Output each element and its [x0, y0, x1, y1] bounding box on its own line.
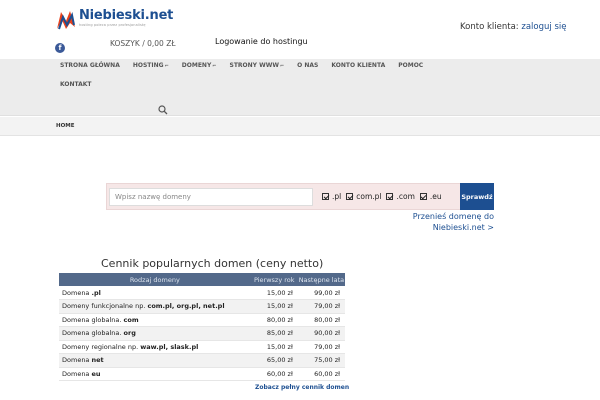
nav-item-pomoc[interactable]: POMOC	[398, 59, 423, 73]
first-year-price: 15,00 zł	[250, 299, 298, 314]
domain-type-cell: Domena net	[59, 353, 251, 368]
login-link[interactable]: zaloguj się	[521, 22, 566, 32]
next-years-price: 60,00 zł	[297, 367, 345, 381]
table-row: Domena globalna. com 80,00 zł 80,00 zł	[59, 313, 345, 327]
nav-item-konto-klienta[interactable]: KONTO KLIENTA	[331, 59, 385, 73]
table-row: Domeny regionalne np. waw.pl, slask.pl 15…	[59, 340, 345, 354]
table-header-row: Rodzaj domeny Pierwszy rok Następne lata	[59, 273, 345, 286]
column-header-first-year: Pierwszy rok	[250, 273, 298, 286]
tld-option-com-pl[interactable]: com.pl	[346, 192, 381, 201]
domain-type-cell: Domena globalna. org	[59, 326, 251, 341]
logo-name: Niebieski.net	[79, 8, 174, 23]
domain-type-cell: Domeny regionalne np. waw.pl, slask.pl	[59, 340, 251, 354]
logo-tagline: hosting poleca przez profesjonalistę	[79, 23, 146, 27]
nav-item-o-nas[interactable]: O NAS	[297, 59, 318, 73]
site-logo[interactable]: Niebieski.net hosting poleca przez profe…	[55, 9, 173, 33]
nav-item-kontakt[interactable]: KONTAKT	[60, 81, 92, 88]
nav-item-home[interactable]: STRONA GŁÓWNA	[60, 59, 120, 73]
next-years-price: 79,00 zł	[297, 299, 345, 314]
checkbox-checked-icon[interactable]	[419, 193, 427, 200]
column-header-domain-type: Rodzaj domeny	[59, 273, 251, 286]
column-header-next-years: Następne lata	[297, 273, 345, 286]
check-domain-button[interactable]: Sprawdź	[460, 183, 494, 210]
tld-option-pl[interactable]: .pl	[322, 192, 341, 201]
first-year-price: 15,00 zł	[250, 286, 298, 300]
domain-type-cell: Domena eu	[59, 367, 251, 381]
facebook-icon[interactable]: f	[55, 43, 65, 53]
caret-down-icon: ⌐	[212, 63, 217, 69]
next-years-price: 75,00 zł	[297, 353, 345, 368]
account-label: Konto klienta:	[460, 22, 519, 32]
table-row: Domena net 65,00 zł 75,00 zł	[59, 353, 345, 368]
next-years-price: 80,00 zł	[297, 313, 345, 327]
price-table-title: Cennik popularnych domen (ceny netto)	[101, 257, 324, 270]
next-years-price: 99,00 zł	[297, 286, 345, 300]
first-year-price: 80,00 zł	[250, 313, 298, 327]
main-nav: STRONA GŁÓWNA HOSTING⌐ DOMENY⌐ STRONY WW…	[0, 59, 600, 116]
logo-icon	[55, 9, 77, 31]
next-years-price: 90,00 zł	[297, 326, 345, 341]
domain-type-cell: Domena globalna. com	[59, 313, 251, 327]
checkbox-checked-icon[interactable]	[386, 193, 394, 200]
full-price-list-link[interactable]: Zobacz pełny cennik domen	[255, 384, 349, 391]
search-icon[interactable]	[158, 100, 168, 115]
transfer-domain-link[interactable]: Przenieś domenę do Niebieski.net >	[400, 211, 494, 233]
breadcrumb: HOME	[0, 117, 600, 136]
checkbox-checked-icon[interactable]	[346, 193, 354, 200]
breadcrumb-home[interactable]: HOME	[56, 123, 75, 129]
tld-option-com[interactable]: .com	[386, 192, 415, 201]
first-year-price: 65,00 zł	[250, 353, 298, 368]
domain-type-cell: Domena .pl	[59, 286, 251, 300]
page: Niebieski.net hosting poleca przez profe…	[0, 0, 600, 400]
table-row: Domena eu 60,00 zł 60,00 zł	[59, 367, 345, 381]
hosting-login-link[interactable]: Logowanie do hostingu	[215, 37, 308, 46]
domain-type-cell: Domeny funkcjonalne np. com.pl, org.pl, …	[59, 299, 251, 314]
nav-item-strony-www[interactable]: STRONY WWW⌐	[230, 59, 285, 73]
price-table: Rodzaj domeny Pierwszy rok Następne lata…	[59, 273, 345, 381]
caret-down-icon: ⌐	[164, 63, 169, 69]
cart-link[interactable]: KOSZYK / 0,00 ZŁ	[110, 39, 176, 48]
table-row: Domeny funkcjonalne np. com.pl, org.pl, …	[59, 299, 345, 314]
tld-option-eu[interactable]: .eu	[419, 192, 442, 201]
table-row: Domena .pl 15,00 zł 99,00 zł	[59, 286, 345, 300]
nav-item-hosting[interactable]: HOSTING⌐	[133, 59, 169, 73]
first-year-price: 85,00 zł	[250, 326, 298, 341]
caret-down-icon: ⌐	[279, 63, 285, 69]
account-area: Konto klienta: zaloguj się	[460, 22, 566, 32]
next-years-price: 79,00 zł	[297, 340, 345, 354]
tld-checkboxes: .pl com.pl .com .eu	[322, 192, 447, 201]
first-year-price: 15,00 zł	[250, 340, 298, 354]
checkbox-checked-icon[interactable]	[322, 193, 329, 200]
table-row: Domena globalna. org 85,00 zł 90,00 zł	[59, 326, 345, 341]
first-year-price: 60,00 zł	[250, 367, 298, 381]
domain-search-input[interactable]	[109, 188, 313, 206]
price-table-body: Domena .pl 15,00 zł 99,00 zł Domeny funkcjo…	[59, 286, 345, 381]
nav-item-domeny[interactable]: DOMENY⌐	[182, 59, 217, 73]
